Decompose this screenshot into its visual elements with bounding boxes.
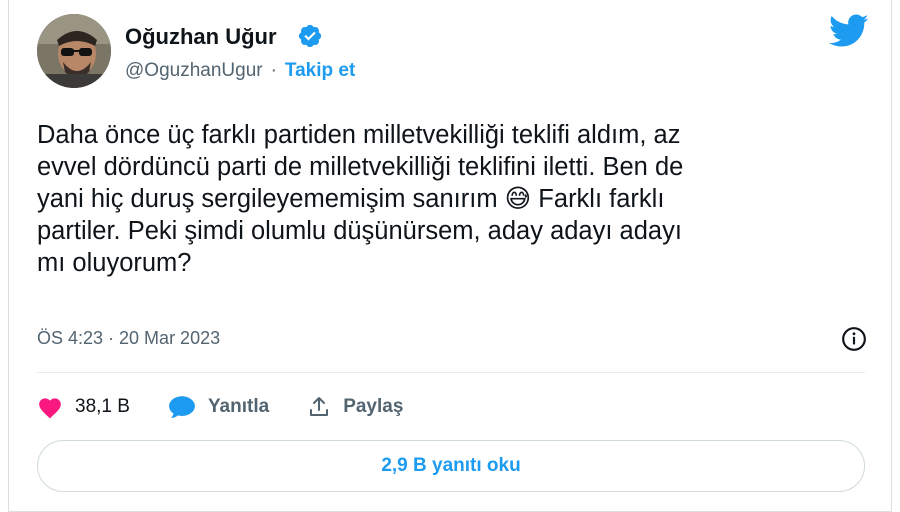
reply-bubble-icon (169, 396, 195, 418)
share-icon (310, 397, 329, 416)
divider (37, 372, 865, 373)
tweet-text: Daha önce üç farklı partiden milletvekil… (37, 121, 684, 277)
reply-label: Yanıtla (207, 396, 270, 417)
reply-button[interactable]: Yanıtla (168, 395, 269, 419)
separator-dot: · (270, 60, 277, 81)
tweet-card: Oğuzhan Uğur @OguzhanUgur · Takip et Daha … (8, 0, 892, 512)
verified-badge-icon (298, 24, 322, 48)
follow-button[interactable]: Takip et (285, 60, 355, 81)
action-bar: 38,1 B Yanıtla Paylaş (37, 392, 441, 422)
heart-icon (39, 398, 61, 419)
handle-row: @OguzhanUgur · Takip et (125, 60, 355, 82)
twitter-bird-icon[interactable] (829, 14, 869, 48)
read-replies-button[interactable]: 2,9 B yanıtı oku (37, 440, 865, 492)
share-button[interactable]: Paylaş (307, 395, 403, 419)
tweet-timestamp[interactable]: ÖS 4:23 · 20 Mar 2023 (37, 328, 220, 349)
avatar-image (37, 14, 111, 88)
info-icon[interactable] (841, 326, 867, 352)
avatar[interactable] (37, 14, 111, 88)
read-replies-label: 2,9 B yanıtı oku (381, 455, 521, 476)
like-button[interactable]: 38,1 B (37, 395, 130, 419)
like-count: 38,1 B (75, 396, 130, 417)
author-handle[interactable]: @OguzhanUgur (125, 60, 263, 81)
share-label: Paylaş (343, 396, 404, 417)
author-name[interactable]: Oğuzhan Uğur (125, 24, 277, 50)
